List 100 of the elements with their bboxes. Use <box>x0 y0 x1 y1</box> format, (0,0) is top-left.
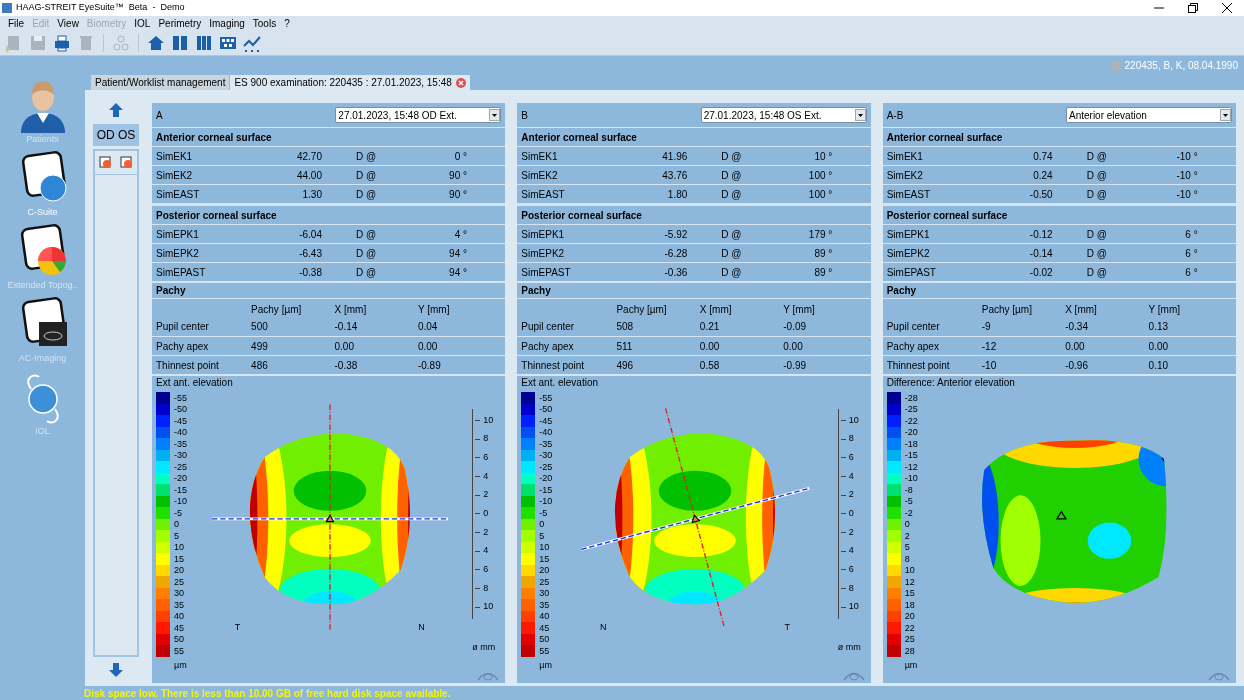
legend-label: 15 <box>903 588 915 599</box>
legend-label: -15 <box>903 450 918 461</box>
legend-swatch <box>521 553 536 565</box>
legend-label: 5 <box>173 530 179 541</box>
table-cell-text: -0.50 <box>1028 187 1053 202</box>
table-cell-text: 43.76 <box>661 168 688 183</box>
menu-item[interactable]: Perimetry <box>158 15 202 31</box>
column-header: X [mm] <box>1065 302 1098 317</box>
legend-label: 20 <box>538 565 550 576</box>
legend-swatch <box>521 438 536 450</box>
table-cell-text: 1.80 <box>666 187 688 202</box>
table-cell-text: -6.04 <box>298 227 322 242</box>
table-cell-text: 486 <box>251 358 269 373</box>
legend-swatch <box>521 622 536 634</box>
table-cell-text: 10 ° <box>813 149 833 164</box>
menu-item[interactable]: ? <box>284 15 290 31</box>
legend-label: -55 <box>538 392 553 403</box>
table-cell-text: 0.13 <box>1148 320 1170 334</box>
table-cell-text: 0.21 <box>699 320 721 334</box>
column-header: X [mm] <box>699 302 733 317</box>
table-cell-text: SimEAST <box>156 187 201 202</box>
menu-item[interactable]: IOL <box>134 15 151 31</box>
table-cell-text: -0.14 <box>1028 246 1053 261</box>
table-cell-text: SimEK2 <box>156 168 194 183</box>
legend-label: 20 <box>173 565 184 576</box>
restore-icon[interactable] <box>1188 3 1198 13</box>
scale-label: 0 <box>848 507 854 521</box>
table-cell-text: -0.38 <box>298 265 322 280</box>
legend-label: 55 <box>173 645 184 656</box>
legend-label: -30 <box>538 450 553 461</box>
table-cell-text: -0.02 <box>1028 265 1053 280</box>
close-icon[interactable] <box>1222 3 1232 13</box>
legend-swatch <box>521 576 536 588</box>
table-cell-text: Pachy apex <box>156 339 210 354</box>
scale-unit: ø mm <box>472 640 496 654</box>
legend-label: -10 <box>173 496 187 507</box>
exam-thumbnail-icon[interactable] <box>120 156 133 169</box>
table-cell-text: D @ <box>355 227 378 242</box>
panel-label: A <box>156 108 163 123</box>
exam-dropdown[interactable]: Anterior elevation <box>1066 107 1232 123</box>
scale-label: 6 <box>848 563 854 577</box>
table-cell-text: -0.96 <box>1065 358 1089 373</box>
legend-label: -5 <box>538 507 548 518</box>
table-cell-text: -6.43 <box>298 246 322 261</box>
menu-item[interactable]: View <box>57 15 79 31</box>
legend-label: -25 <box>538 461 553 472</box>
menu-item[interactable]: Imaging <box>209 15 245 31</box>
legend-swatch <box>886 392 901 404</box>
legend-label: 50 <box>173 634 184 645</box>
legend-label: 40 <box>173 611 184 622</box>
section-title: Anterior corneal surface <box>517 127 871 146</box>
print-icon[interactable] <box>52 32 72 53</box>
legend-label: 45 <box>538 622 550 633</box>
scale-label: 0 <box>483 507 489 521</box>
legend-label: -20 <box>903 427 918 438</box>
table-cell-text: -12 <box>981 339 998 354</box>
legend-label: 10 <box>903 565 915 576</box>
legend-label: -15 <box>173 484 187 495</box>
scale-label: 8 <box>848 432 854 446</box>
arrow-up-icon[interactable] <box>109 103 123 117</box>
table-cell-text: 6 ° <box>1184 227 1198 242</box>
table-cell-text: D @ <box>720 168 743 183</box>
scale-label: 10 <box>848 413 859 427</box>
table-cell-text: SimEPK1 <box>521 227 566 242</box>
legend-label: -5 <box>903 496 913 507</box>
table-cell-text: D @ <box>355 168 378 183</box>
map-title: Ext ant. elevation <box>521 377 600 389</box>
legend-label: 28 <box>903 645 915 656</box>
legend-swatch <box>886 530 901 542</box>
legend-label: -12 <box>903 461 918 472</box>
scale-unit: ø mm <box>837 640 861 654</box>
exam-dropdown[interactable]: 27.01.2023, 15:48 OS Ext. <box>700 107 867 123</box>
legend-label: 2 <box>903 530 910 541</box>
table-cell-text: 500 <box>251 320 269 334</box>
tab[interactable]: Patient/Worklist management <box>91 75 230 90</box>
legend-swatch <box>156 645 170 657</box>
tab[interactable]: ES 900 examination: 220435 : 27.01.2023, 15:48 <box>230 75 470 90</box>
scale-label: 10 <box>483 413 494 427</box>
legend-swatch <box>156 576 170 588</box>
table-cell-text: 44.00 <box>295 168 322 183</box>
section-title: Pachy <box>517 282 871 298</box>
scale-label: 8 <box>483 432 489 446</box>
column-header: Pachy [µm] <box>251 302 303 317</box>
menu-item[interactable]: File <box>8 15 25 31</box>
column-header: Y [mm] <box>783 302 816 317</box>
table-cell-text: 94 ° <box>448 265 467 280</box>
table-cell-text: 4 ° <box>453 227 467 242</box>
unit-label: µm <box>538 658 553 672</box>
legend-label: -40 <box>173 427 187 438</box>
exam-thumbnail-icon[interactable] <box>99 156 112 169</box>
table-cell-text: D @ <box>1085 149 1108 164</box>
exam-dropdown[interactable]: 27.01.2023, 15:48 OD Ext. <box>335 107 502 123</box>
legend-label: 8 <box>903 553 910 564</box>
legend-label: 22 <box>903 622 915 633</box>
scale-label: 10 <box>483 600 494 614</box>
legend-label: 5 <box>538 530 545 541</box>
unit-label: µm <box>903 658 918 672</box>
menu-item[interactable]: Tools <box>252 15 277 31</box>
arrow-down-icon[interactable] <box>109 663 123 677</box>
scale-label: 10 <box>848 600 859 614</box>
